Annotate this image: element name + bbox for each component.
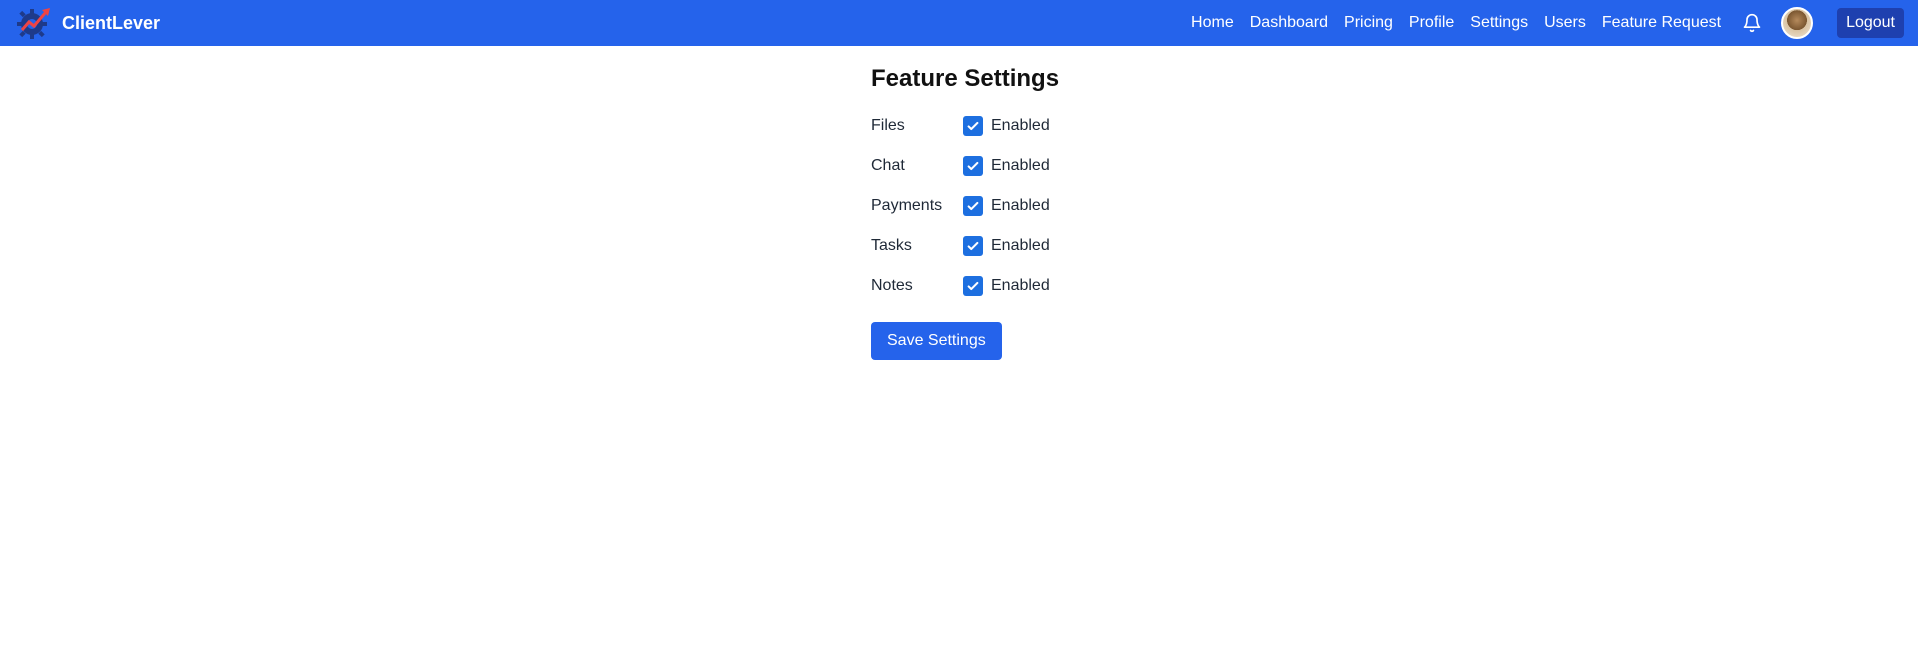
feature-row-tasks: Tasks Enabled <box>871 226 1271 266</box>
checkbox-label: Enabled <box>991 277 1050 294</box>
feature-label: Payments <box>871 197 943 214</box>
feature-label: Files <box>871 117 905 134</box>
save-settings-button[interactable]: Save Settings <box>871 322 1002 360</box>
nav-link-feature-request[interactable]: Feature Request <box>1602 14 1721 32</box>
feature-row-payments: Payments Enabled <box>871 186 1271 226</box>
checkbox-payments[interactable] <box>963 196 983 216</box>
nav-link-dashboard[interactable]: Dashboard <box>1250 14 1328 32</box>
top-navbar: ClientLever Home Dashboard Pricing Profi… <box>0 0 1918 46</box>
logout-button[interactable]: Logout <box>1837 8 1904 38</box>
checkbox-label: Enabled <box>991 117 1050 134</box>
feature-row-chat: Chat Enabled <box>871 146 1271 186</box>
feature-label: Chat <box>871 157 905 174</box>
checkmark-icon <box>967 161 979 171</box>
page-title: Feature Settings <box>871 65 1060 92</box>
nav-link-users[interactable]: Users <box>1544 14 1586 32</box>
checkbox-label: Enabled <box>991 237 1050 254</box>
checkmark-icon <box>967 241 979 251</box>
checkbox-files[interactable] <box>963 116 983 136</box>
checkmark-icon <box>967 281 979 291</box>
feature-row-files: Files Enabled <box>871 106 1271 146</box>
nav-menu: Home Dashboard Pricing Profile Settings … <box>1191 0 1904 46</box>
checkbox-chat[interactable] <box>963 156 983 176</box>
bell-icon[interactable] <box>1741 12 1763 34</box>
brand[interactable]: ClientLever <box>14 4 160 42</box>
nav-link-profile[interactable]: Profile <box>1409 14 1454 32</box>
checkbox-tasks[interactable] <box>963 236 983 256</box>
checkbox-notes[interactable] <box>963 276 983 296</box>
checkmark-icon <box>967 121 979 131</box>
nav-link-settings[interactable]: Settings <box>1470 14 1528 32</box>
checkbox-label: Enabled <box>991 197 1050 214</box>
nav-link-pricing[interactable]: Pricing <box>1344 14 1393 32</box>
nav-link-home[interactable]: Home <box>1191 14 1234 32</box>
checkmark-icon <box>967 201 979 211</box>
feature-label: Tasks <box>871 237 912 254</box>
brand-name: ClientLever <box>62 12 161 33</box>
feature-row-notes: Notes Enabled <box>871 266 1271 306</box>
feature-settings-panel: Feature Settings Files Enabled Chat Enab… <box>871 62 1271 360</box>
avatar[interactable] <box>1781 7 1814 39</box>
checkbox-label: Enabled <box>991 157 1050 174</box>
gear-chart-logo-icon <box>17 8 50 39</box>
feature-label: Notes <box>871 277 913 294</box>
